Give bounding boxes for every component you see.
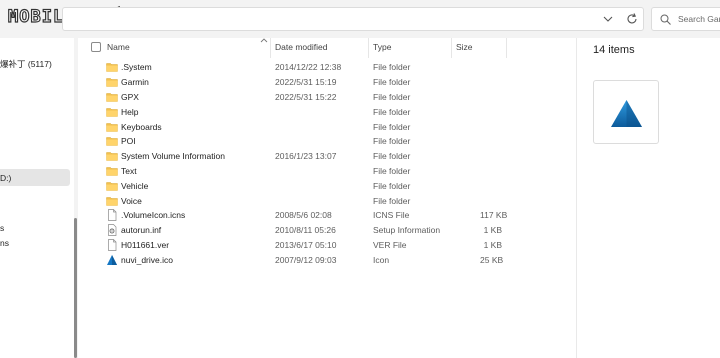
details-pane: 14 items (576, 38, 720, 358)
file-row[interactable]: Vehicle File folder (84, 179, 574, 194)
file-name: H011661.ver (121, 240, 170, 250)
file-type: Icon (373, 255, 390, 265)
file-type: File folder (373, 92, 411, 102)
file-name: nuvi_drive.ico (121, 255, 173, 265)
file-name: Keyboards (121, 122, 162, 132)
file-date: 2010/8/11 05:26 (275, 225, 336, 235)
search-box[interactable]: Search Garm (651, 7, 720, 31)
sort-ascending-icon (260, 38, 268, 43)
file-name: Text (121, 166, 137, 176)
file-name: GPX (121, 92, 139, 102)
search-icon (660, 14, 671, 25)
file-date: 2007/9/12 09:03 (275, 255, 337, 265)
nav-item-current-drive[interactable]: D:) (0, 173, 11, 183)
folder-icon (106, 63, 118, 72)
file-date: 2022/5/31 15:22 (275, 92, 337, 102)
file-row[interactable]: Help File folder (84, 105, 574, 120)
file-type: Setup Information (373, 225, 441, 235)
folder-icon (106, 93, 118, 102)
item-count: 14 items (593, 44, 635, 56)
folder-icon (106, 78, 118, 87)
file-type: File folder (373, 151, 411, 161)
file-row[interactable]: nuvi_drive.ico 2007/9/12 09:03 Icon 25 K… (84, 253, 574, 268)
file-size: 117 KB (480, 210, 508, 220)
navigation-pane: 爆补丁 (5117) D:) s ns (0, 38, 72, 358)
file-type: File folder (373, 181, 411, 191)
file-date: 2013/6/17 05:10 (275, 240, 337, 250)
file-row[interactable]: Voice File folder (84, 194, 574, 209)
file-type: File folder (373, 196, 411, 206)
top-bar: MOBILE01 Search Garm (0, 0, 720, 38)
search-input[interactable]: Search Garm (678, 14, 720, 24)
address-bar[interactable] (62, 7, 644, 31)
folder-icon (106, 197, 118, 206)
column-header-size[interactable]: Size (456, 42, 473, 52)
file-name: autorun.inf (121, 225, 162, 235)
column-header-type[interactable]: Type (373, 42, 391, 52)
folder-icon (106, 167, 118, 176)
file-date: 2014/12/22 12:38 (275, 62, 342, 72)
nav-scrollbar-thumb[interactable] (74, 218, 77, 358)
refresh-icon[interactable] (625, 12, 639, 26)
file-type: File folder (373, 62, 411, 72)
file-type: VER File (373, 240, 407, 250)
setup-file-icon (108, 224, 117, 236)
file-name: .System (121, 62, 152, 72)
file-date: 2022/5/31 15:19 (275, 77, 337, 87)
file-name: .VolumeIcon.icns (121, 210, 186, 220)
file-size: 25 KB (480, 255, 504, 265)
file-name: System Volume Information (121, 151, 225, 161)
column-separator[interactable] (270, 38, 271, 58)
file-type: File folder (373, 107, 411, 117)
file-row[interactable]: autorun.inf 2010/8/11 05:26 Setup Inform… (84, 223, 574, 238)
column-header-date[interactable]: Date modified (275, 42, 327, 52)
file-name: Vehicle (121, 181, 149, 191)
garmin-triangle-icon (107, 255, 117, 265)
column-separator[interactable] (506, 38, 507, 58)
file-date: 2008/5/6 02:08 (275, 210, 332, 220)
file-row[interactable]: POI File folder (84, 134, 574, 149)
file-name: Garmin (121, 77, 149, 87)
file-icon (108, 239, 117, 251)
file-type: File folder (373, 136, 411, 146)
file-name: Help (121, 107, 139, 117)
file-size: 1 KB (483, 240, 502, 250)
file-row[interactable]: GPX 2022/5/31 15:22 File folder (84, 90, 574, 105)
file-type: File folder (373, 166, 411, 176)
file-row[interactable]: .System 2014/12/22 12:38 File folder (84, 60, 574, 75)
file-row[interactable]: H011661.ver 2013/6/17 05:10 VER File 1 K… (84, 238, 574, 253)
file-row[interactable]: Keyboards File folder (84, 120, 574, 135)
file-name: POI (121, 136, 136, 146)
file-date: 2016/1/23 13:07 (275, 151, 337, 161)
folder-icon (106, 152, 118, 161)
file-name: Voice (121, 196, 142, 206)
chevron-down-icon[interactable] (602, 13, 614, 25)
folder-icon (106, 108, 118, 117)
column-separator[interactable] (451, 38, 452, 58)
column-separator[interactable] (368, 38, 369, 58)
folder-icon (106, 137, 118, 146)
file-type: File folder (373, 122, 411, 132)
file-icon (108, 209, 117, 221)
file-row[interactable]: Text File folder (84, 164, 574, 179)
file-type: File folder (373, 77, 411, 87)
file-row[interactable]: Garmin 2022/5/31 15:19 File folder (84, 75, 574, 90)
column-header-name[interactable]: Name (107, 42, 130, 52)
preview-thumbnail (593, 80, 659, 144)
column-header-row: Name Date modified Type Size (84, 38, 574, 58)
nav-item[interactable]: s (0, 223, 4, 233)
file-row[interactable]: .VolumeIcon.icns 2008/5/6 02:08 ICNS Fil… (84, 208, 574, 223)
file-size: 1 KB (483, 225, 502, 235)
nav-item-drive-label[interactable]: 爆补丁 (5117) (0, 58, 52, 70)
folder-icon (106, 123, 118, 132)
file-type: ICNS File (373, 210, 410, 220)
garmin-triangle-icon (611, 100, 642, 127)
file-row[interactable]: System Volume Information 2016/1/23 13:0… (84, 149, 574, 164)
select-all-checkbox[interactable] (91, 42, 101, 52)
nav-item[interactable]: ns (0, 238, 9, 248)
folder-icon (106, 182, 118, 191)
